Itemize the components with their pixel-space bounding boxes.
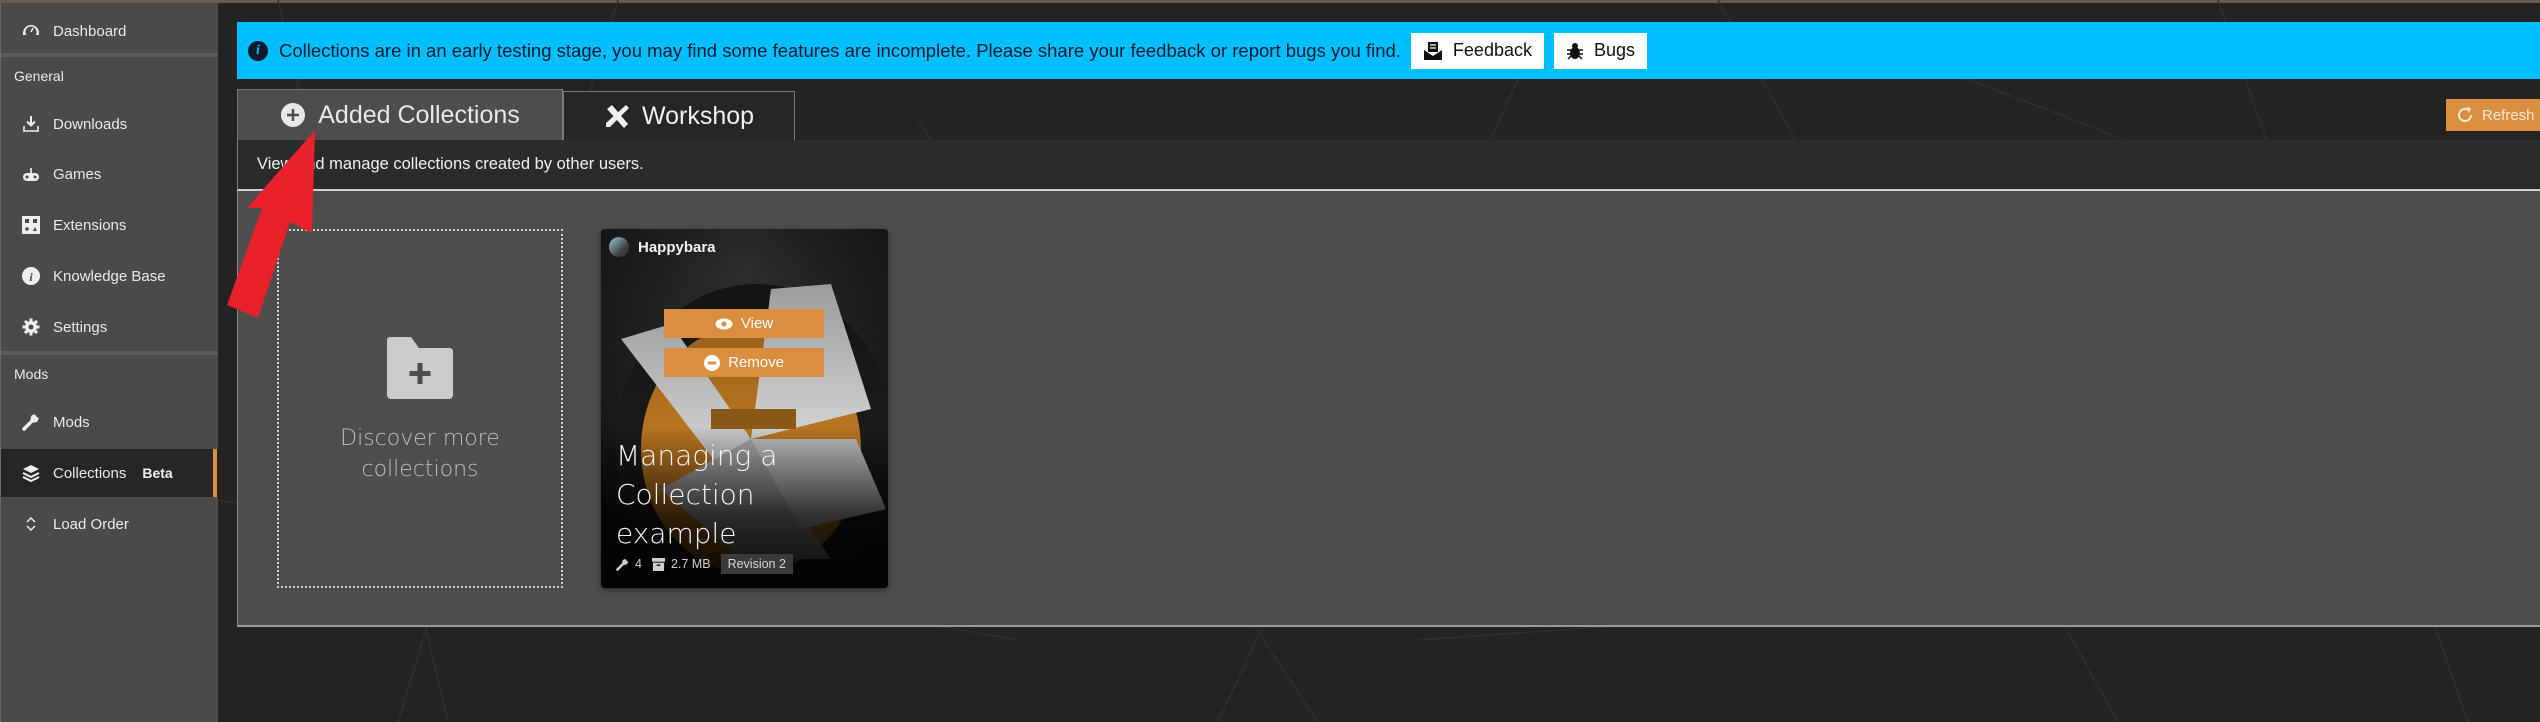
sidebar-item-mods[interactable]: Mods <box>1 400 218 444</box>
folder-plus-icon <box>387 337 453 399</box>
sidebar-item-dashboard[interactable]: Dashboard <box>1 9 218 53</box>
discover-more-line1: Discover more <box>340 426 500 451</box>
mod-count: 4 <box>616 557 642 571</box>
collection-title-line: Managing a <box>616 439 778 472</box>
sidebar-item-knowledge-base[interactable]: i Knowledge Base <box>1 254 218 298</box>
testing-stage-banner: i Collections are in an early testing st… <box>237 22 2540 79</box>
download-icon <box>21 114 41 134</box>
author-name: Happybara <box>638 238 716 256</box>
layers-icon <box>21 463 41 483</box>
view-label: View <box>740 315 774 332</box>
collection-author[interactable]: Happybara <box>609 237 716 257</box>
refresh-icon <box>2458 107 2472 122</box>
banner-text: Collections are in an early testing stag… <box>279 39 1401 61</box>
tab-description: View and manage collections created by o… <box>237 140 2540 191</box>
remove-button[interactable]: Remove <box>664 348 824 377</box>
tab-added-collections[interactable]: Added Collections <box>237 89 563 140</box>
collections-panel <box>237 191 2540 627</box>
collection-size: 2.7 MB <box>651 557 711 571</box>
sidebar-item-label: Extensions <box>53 216 127 234</box>
sidebar-item-label: Downloads <box>53 115 128 133</box>
sidebar-item-label: Load Order <box>53 515 129 533</box>
sidebar-item-load-order[interactable]: Load Order <box>1 502 218 546</box>
gamepad-icon <box>21 164 41 184</box>
feedback-button[interactable]: Feedback <box>1410 32 1544 69</box>
mod-count-value: 4 <box>635 557 642 571</box>
sidebar-item-label: Collections <box>53 464 127 482</box>
discover-more-label: Discover more collections <box>279 423 561 485</box>
beta-badge: Beta <box>142 465 173 481</box>
tab-label: Workshop <box>641 101 755 130</box>
plus-circle-icon <box>281 103 306 127</box>
sidebar-section-header-general: General <box>14 68 64 84</box>
refresh-button[interactable]: Refresh <box>2446 99 2540 131</box>
collection-card[interactable]: Happybara View Remove Managing a Collect… <box>601 229 888 588</box>
collection-title: Managing a Collection example <box>616 436 876 553</box>
refresh-label: Refresh <box>2482 106 2535 124</box>
discover-more-line2: collections <box>361 457 479 482</box>
sidebar-item-label: Games <box>53 165 102 183</box>
collection-title-line: Collection <box>616 478 755 511</box>
info-icon: i <box>248 40 268 61</box>
sidebar-divider <box>1 351 218 355</box>
gear-icon <box>21 317 41 337</box>
sidebar-item-label: Dashboard <box>53 22 127 40</box>
sidebar: Dashboard General Downloads Games Extens… <box>0 3 218 722</box>
author-avatar <box>609 237 629 257</box>
tools-icon <box>605 105 629 128</box>
sidebar-item-settings[interactable]: Settings <box>1 305 218 349</box>
archive-icon <box>651 557 665 571</box>
collection-title-line: example <box>616 517 737 550</box>
eye-icon <box>715 318 733 329</box>
feedback-label: Feedback <box>1452 40 1532 60</box>
sort-icon <box>21 514 41 534</box>
sidebar-item-downloads[interactable]: Downloads <box>1 102 218 146</box>
info-icon: i <box>21 266 41 286</box>
extensions-icon <box>21 215 41 235</box>
feedback-envelope-icon <box>1423 41 1442 60</box>
sidebar-item-label: Settings <box>53 318 108 336</box>
wrench-icon <box>616 558 628 571</box>
minus-circle-icon <box>704 354 721 371</box>
sidebar-item-extensions[interactable]: Extensions <box>1 203 218 247</box>
collection-meta: 4 2.7 MB Revision 2 <box>616 554 793 574</box>
sidebar-divider <box>1 53 218 57</box>
tab-workshop[interactable]: Workshop <box>563 91 795 140</box>
wrench-icon <box>21 412 41 432</box>
sidebar-item-label: Knowledge Base <box>53 267 166 285</box>
sidebar-item-games[interactable]: Games <box>1 152 218 196</box>
sidebar-item-collections[interactable]: Collections Beta <box>1 449 218 497</box>
bug-icon <box>1566 42 1583 60</box>
description-text: View and manage collections created by o… <box>257 155 644 173</box>
sidebar-item-label: Mods <box>53 413 90 431</box>
view-button[interactable]: View <box>664 309 824 338</box>
discover-more-collections-card[interactable]: Discover more collections <box>277 229 563 588</box>
bugs-label: Bugs <box>1593 40 1636 60</box>
sidebar-section-header-mods: Mods <box>14 366 49 382</box>
bugs-button[interactable]: Bugs <box>1553 32 1648 69</box>
remove-label: Remove <box>728 354 784 371</box>
revision-badge: Revision 2 <box>720 554 793 574</box>
size-value: 2.7 MB <box>670 557 711 571</box>
tab-label: Added Collections <box>318 100 520 129</box>
dashboard-gauge-icon <box>21 21 41 41</box>
